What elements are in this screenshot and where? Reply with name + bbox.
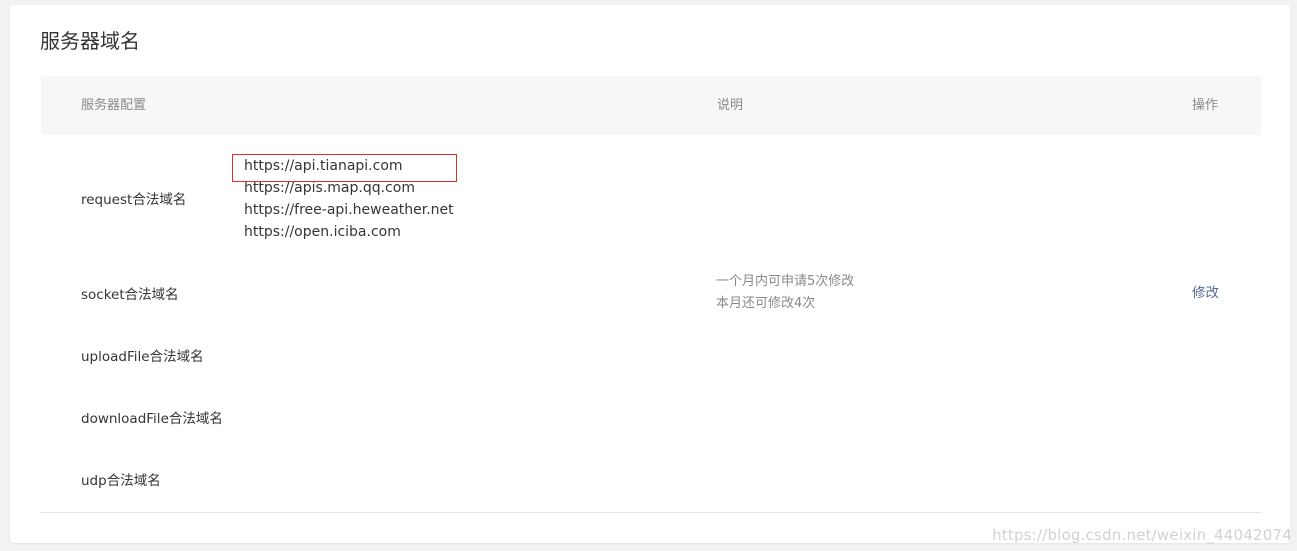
modify-link[interactable]: 修改 [1192, 282, 1219, 304]
domain-item: https://open.iciba.com [244, 224, 401, 240]
header-description: 说明 [717, 98, 744, 113]
watermark: https://blog.csdn.net/weixin_44042074 [992, 526, 1292, 544]
row-label-udp: udp合法域名 [81, 473, 161, 489]
table-bottom-divider [41, 512, 1261, 513]
domain-item: https://free-api.heweather.net [244, 202, 454, 218]
table-header: 服务器配置 说明 操作 [41, 76, 1261, 135]
row-label-socket: socket合法域名 [81, 287, 179, 303]
annotation-highlight-box [232, 154, 457, 182]
description-line: 本月还可修改4次 [716, 296, 816, 311]
section-title: 服务器域名 [40, 29, 140, 53]
description-line: 一个月内可申请5次修改 [716, 274, 855, 289]
header-action: 操作 [1192, 98, 1219, 113]
header-config: 服务器配置 [81, 98, 147, 113]
modify-description: 一个月内可申请5次修改 本月还可修改4次 [716, 271, 854, 315]
row-label-uploadfile: uploadFile合法域名 [81, 349, 204, 365]
server-domain-card: 服务器域名 服务器配置 说明 操作 request合法域名 socket合法域名… [10, 5, 1290, 543]
row-label-request: request合法域名 [81, 192, 187, 208]
row-label-downloadfile: downloadFile合法域名 [81, 411, 223, 427]
